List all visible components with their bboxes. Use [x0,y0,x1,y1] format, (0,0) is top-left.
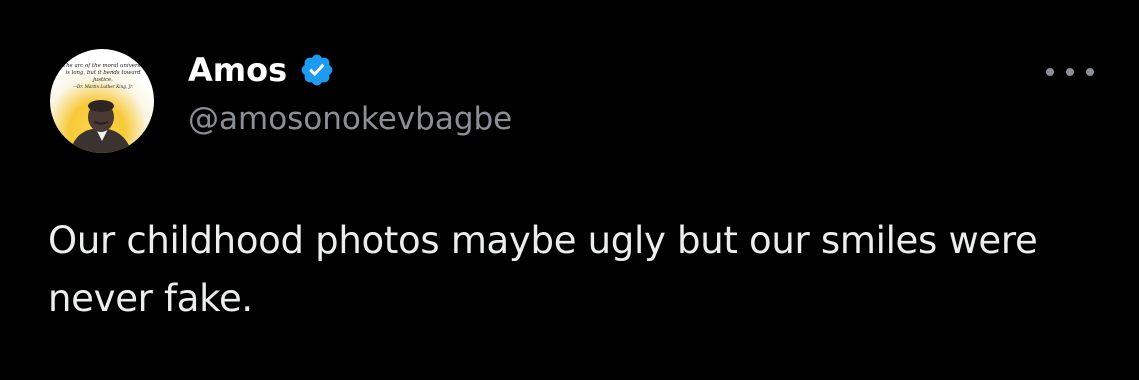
more-dot [1046,68,1054,76]
display-name[interactable]: Amos [188,51,287,89]
avatar-quote: The arc of the moral universe is long, b… [62,63,144,89]
verified-badge-icon [299,52,335,88]
more-horizontal-icon[interactable] [1046,62,1094,82]
name-row: Amos [188,47,512,93]
user-handle[interactable]: @amosonokevbagbe [188,101,512,137]
more-dot [1066,68,1074,76]
tweet-text: Our childhood photos maybe ugly but our … [48,219,1038,320]
tweet-header: Amos @amosonokevbagbe [188,47,512,137]
avatar[interactable]: The arc of the moral universe is long, b… [50,49,154,153]
more-dot [1086,68,1094,76]
tweet-card[interactable]: The arc of the moral universe is long, b… [0,0,1139,380]
